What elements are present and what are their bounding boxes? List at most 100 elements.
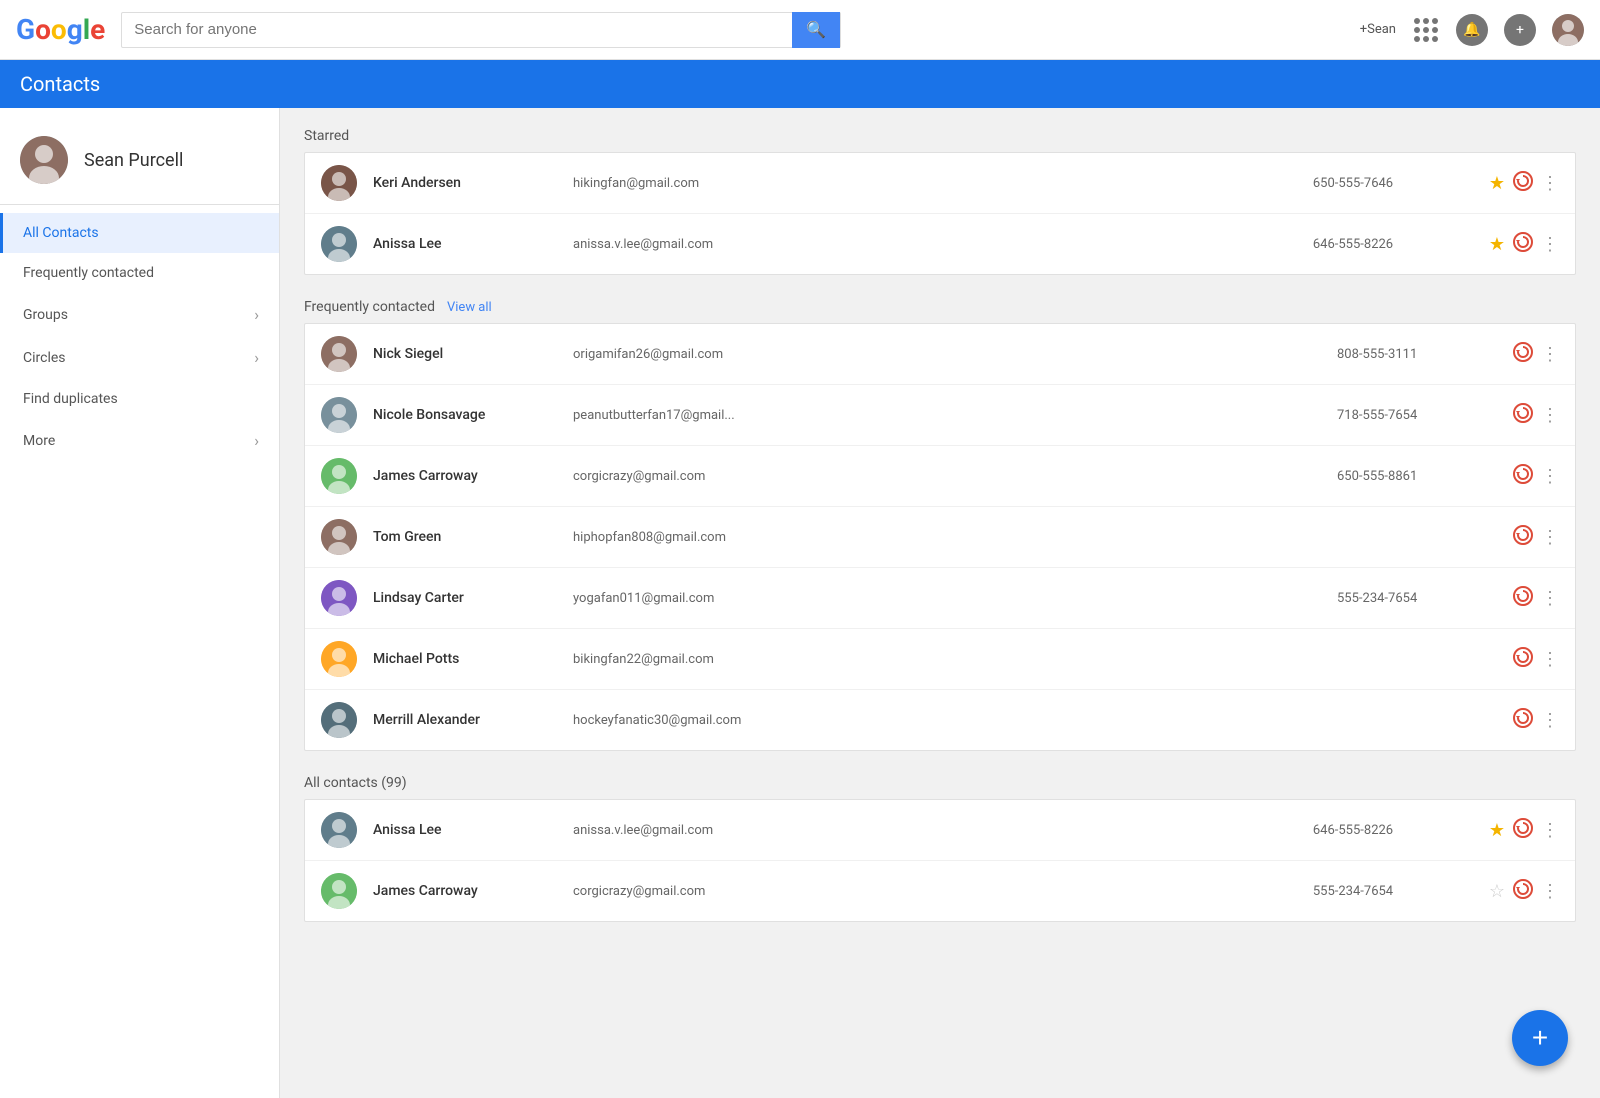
- frequently-contacted-section-title: Frequently contacted View all: [304, 299, 1576, 315]
- chevron-right-icon: ›: [254, 431, 259, 450]
- avatar: [321, 336, 357, 372]
- more-options-icon[interactable]: ⋮: [1541, 820, 1559, 841]
- google-plus-icon[interactable]: [1513, 818, 1533, 843]
- more-options-icon[interactable]: ⋮: [1541, 344, 1559, 365]
- table-row: Anissa Leeanissa.v.lee@gmail.com646-555-…: [305, 214, 1575, 274]
- avatar: [321, 397, 357, 433]
- google-plus-icon[interactable]: [1513, 647, 1533, 672]
- gplus-label[interactable]: +Sean: [1360, 22, 1396, 37]
- star-icon[interactable]: ★: [1489, 234, 1505, 255]
- contact-email: corgicrazy@gmail.com: [573, 884, 1313, 899]
- star-icon[interactable]: ★: [1489, 173, 1505, 194]
- contact-phone: 808-555-3111: [1337, 347, 1497, 362]
- google-plus-icon[interactable]: [1513, 879, 1533, 904]
- avatar: [321, 580, 357, 616]
- all-contacts-section-title: All contacts (99): [304, 775, 1576, 791]
- add-circle-icon[interactable]: +: [1504, 14, 1536, 46]
- google-plus-icon[interactable]: [1513, 708, 1533, 733]
- table-row: Nicole Bonsavagepeanutbutterfan17@gmail.…: [305, 385, 1575, 446]
- contact-phone: 555-234-7654: [1313, 884, 1473, 899]
- chevron-right-icon: ›: [254, 305, 259, 324]
- table-row: Merrill Alexanderhockeyfanatic30@gmail.c…: [305, 690, 1575, 750]
- google-plus-icon[interactable]: [1513, 464, 1533, 489]
- more-options-icon[interactable]: ⋮: [1541, 234, 1559, 255]
- search-input[interactable]: [122, 21, 792, 38]
- topbar: Google 🔍 +Sean 🔔 +: [0, 0, 1600, 60]
- contact-actions: ⋮: [1513, 403, 1559, 428]
- contact-actions: ★⋮: [1489, 818, 1559, 843]
- frequently-contacted-card: Nick Siegelorigamifan26@gmail.com808-555…: [304, 323, 1576, 751]
- table-row: Keri Andersenhikingfan@gmail.com650-555-…: [305, 153, 1575, 214]
- app-title: Contacts: [20, 72, 100, 96]
- search-button[interactable]: 🔍: [792, 12, 840, 48]
- main-content: Starred Keri Andersenhikingfan@gmail.com…: [280, 108, 1600, 1098]
- google-plus-icon[interactable]: [1513, 171, 1533, 196]
- more-options-icon[interactable]: ⋮: [1541, 173, 1559, 194]
- app-header: Contacts: [0, 60, 1600, 108]
- more-options-icon[interactable]: ⋮: [1541, 527, 1559, 548]
- more-options-icon[interactable]: ⋮: [1541, 588, 1559, 609]
- contact-email: hiphopfan808@gmail.com: [573, 530, 1337, 545]
- google-logo: Google: [16, 13, 105, 46]
- contact-email: bikingfan22@gmail.com: [573, 652, 1337, 667]
- all-contacts-card: Anissa Leeanissa.v.lee@gmail.com646-555-…: [304, 799, 1576, 922]
- more-options-icon[interactable]: ⋮: [1541, 405, 1559, 426]
- sidebar-item-frequently-contacted[interactable]: Frequently contacted: [0, 253, 279, 293]
- main-layout: Sean Purcell All Contacts Frequently con…: [0, 108, 1600, 1098]
- sidebar-item-groups[interactable]: Groups ›: [0, 293, 279, 336]
- avatar: [321, 702, 357, 738]
- contact-name: Tom Green: [373, 529, 573, 545]
- contact-name: Nicole Bonsavage: [373, 407, 573, 423]
- table-row: Nick Siegelorigamifan26@gmail.com808-555…: [305, 324, 1575, 385]
- sidebar-item-find-duplicates[interactable]: Find duplicates: [0, 379, 279, 419]
- contact-phone: 650-555-8861: [1337, 469, 1497, 484]
- starred-contacts-card: Keri Andersenhikingfan@gmail.com650-555-…: [304, 152, 1576, 275]
- sidebar-item-all-contacts[interactable]: All Contacts: [0, 213, 279, 253]
- more-options-icon[interactable]: ⋮: [1541, 466, 1559, 487]
- google-plus-icon[interactable]: [1513, 586, 1533, 611]
- add-contact-fab[interactable]: +: [1512, 1010, 1568, 1066]
- google-plus-icon[interactable]: [1513, 232, 1533, 257]
- more-options-icon[interactable]: ⋮: [1541, 649, 1559, 670]
- contact-email: anissa.v.lee@gmail.com: [573, 237, 1313, 252]
- contact-actions: ⋮: [1513, 525, 1559, 550]
- avatar: [20, 136, 68, 184]
- contact-email: hockeyfanatic30@gmail.com: [573, 713, 1337, 728]
- view-all-link[interactable]: View all: [447, 300, 492, 315]
- contact-actions: ⋮: [1513, 647, 1559, 672]
- sidebar: Sean Purcell All Contacts Frequently con…: [0, 108, 280, 1098]
- avatar: [321, 873, 357, 909]
- contact-name: Merrill Alexander: [373, 712, 573, 728]
- contact-actions: ⋮: [1513, 342, 1559, 367]
- google-plus-icon[interactable]: [1513, 342, 1533, 367]
- sidebar-item-label: Circles: [23, 350, 66, 366]
- contact-email: peanutbutterfan17@gmail...: [573, 408, 1337, 423]
- contact-phone: 718-555-7654: [1337, 408, 1497, 423]
- table-row: Michael Pottsbikingfan22@gmail.com ⋮: [305, 629, 1575, 690]
- star-icon[interactable]: ★: [1489, 820, 1505, 841]
- contact-name: Lindsay Carter: [373, 590, 573, 606]
- google-plus-icon[interactable]: [1513, 403, 1533, 428]
- starred-section-title: Starred: [304, 128, 1576, 144]
- sidebar-item-circles[interactable]: Circles ›: [0, 336, 279, 379]
- star-icon[interactable]: ☆: [1489, 881, 1505, 902]
- add-icon: +: [1532, 1022, 1548, 1054]
- contact-name: Michael Potts: [373, 651, 573, 667]
- contact-email: anissa.v.lee@gmail.com: [573, 823, 1313, 838]
- contact-name: James Carroway: [373, 468, 573, 484]
- notifications-icon[interactable]: 🔔: [1456, 14, 1488, 46]
- more-options-icon[interactable]: ⋮: [1541, 710, 1559, 731]
- contact-name: Anissa Lee: [373, 236, 573, 252]
- contact-name: Anissa Lee: [373, 822, 573, 838]
- google-plus-icon[interactable]: [1513, 525, 1533, 550]
- sidebar-item-more[interactable]: More ›: [0, 419, 279, 462]
- more-options-icon[interactable]: ⋮: [1541, 881, 1559, 902]
- contact-email: corgicrazy@gmail.com: [573, 469, 1337, 484]
- contact-name: Keri Andersen: [373, 175, 573, 191]
- contact-phone: 650-555-7646: [1313, 176, 1473, 191]
- sidebar-item-label: All Contacts: [23, 225, 99, 241]
- user-avatar-icon[interactable]: [1552, 14, 1584, 46]
- table-row: Lindsay Carteryogafan011@gmail.com555-23…: [305, 568, 1575, 629]
- apps-grid-icon[interactable]: [1412, 16, 1440, 44]
- table-row: Anissa Leeanissa.v.lee@gmail.com646-555-…: [305, 800, 1575, 861]
